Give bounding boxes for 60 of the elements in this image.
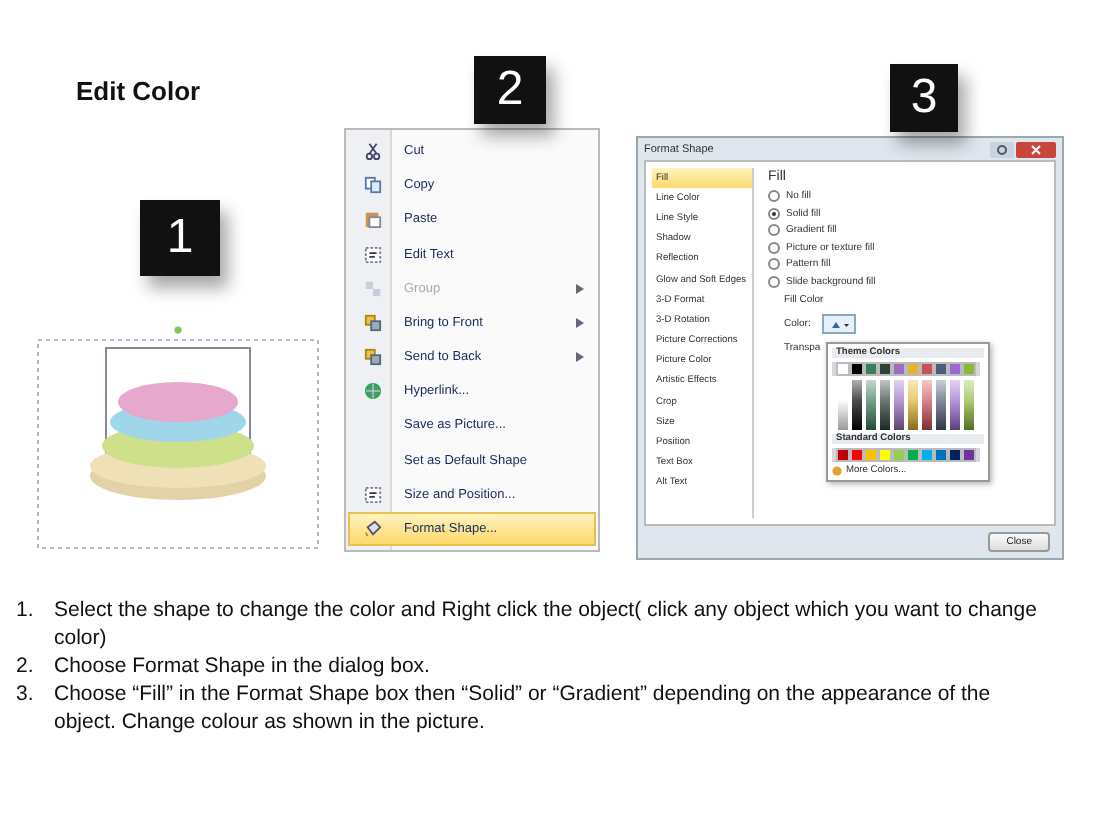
submenu-arrow-icon xyxy=(576,317,584,328)
color-swatch[interactable] xyxy=(936,450,946,460)
text-box-icon xyxy=(363,485,381,504)
color-swatch[interactable] xyxy=(964,364,974,374)
group-icon xyxy=(363,279,381,298)
radio-button[interactable] xyxy=(768,241,780,254)
step-text: Choose “Fill” in the Format Shape box then “Solid” or “Gradient” depending on the appearance of the object. Change colour as shown in the picture. xyxy=(54,680,993,736)
radio-button[interactable] xyxy=(768,207,780,220)
color-swatch[interactable] xyxy=(852,364,862,374)
color-swatch[interactable] xyxy=(936,364,946,374)
shade-column[interactable] xyxy=(964,380,974,430)
shade-column[interactable] xyxy=(922,380,932,430)
slide-title: Edit Color xyxy=(76,76,203,106)
step-number: 3. xyxy=(16,680,36,710)
step-number-badge: 2 xyxy=(474,56,546,124)
color-swatch[interactable] xyxy=(866,450,876,460)
close-icon[interactable] xyxy=(1016,141,1056,157)
step-number: 1. xyxy=(16,596,36,626)
step-number-badge: 3 xyxy=(890,64,958,132)
shade-column[interactable] xyxy=(852,380,862,430)
color-swatch[interactable] xyxy=(838,450,848,460)
step-number: 2. xyxy=(16,652,36,680)
submenu-arrow-icon xyxy=(576,283,584,294)
radio-button[interactable] xyxy=(768,224,780,237)
radio-button[interactable] xyxy=(768,190,780,203)
color-swatch[interactable] xyxy=(922,364,932,374)
copy-icon xyxy=(363,176,381,195)
scissors-icon xyxy=(363,142,381,161)
color-picker-button[interactable] xyxy=(822,314,857,334)
color-swatch[interactable] xyxy=(880,364,890,374)
text-box-icon xyxy=(363,245,381,264)
color-swatch[interactable] xyxy=(894,364,904,374)
help-icon[interactable] xyxy=(990,141,1014,157)
color-swatch[interactable] xyxy=(908,364,918,374)
color-swatch[interactable] xyxy=(838,364,848,374)
color-swatch[interactable] xyxy=(950,450,960,460)
color-swatch[interactable] xyxy=(964,450,974,460)
shade-column[interactable] xyxy=(880,380,890,430)
shade-column[interactable] xyxy=(950,380,960,430)
submenu-arrow-icon xyxy=(576,352,584,363)
shade-column[interactable] xyxy=(866,380,876,430)
shade-column[interactable] xyxy=(936,380,946,430)
color-swatch[interactable] xyxy=(922,450,932,460)
color-swatch[interactable] xyxy=(866,364,876,374)
radio-button[interactable] xyxy=(768,275,780,288)
color-swatch[interactable] xyxy=(950,364,960,374)
radio-button[interactable] xyxy=(768,258,780,271)
clipboard-icon xyxy=(363,210,381,229)
color-swatch[interactable] xyxy=(852,450,862,460)
shade-column[interactable] xyxy=(908,380,918,430)
fill-color-icon xyxy=(829,319,850,329)
palette-icon xyxy=(832,466,842,476)
shade-column[interactable] xyxy=(894,380,904,430)
globe-icon xyxy=(363,382,381,401)
color-swatch[interactable] xyxy=(908,450,918,460)
step-number-badge: 1 xyxy=(140,200,220,276)
step-text: Choose Format Shape in the dialog box. xyxy=(54,652,430,680)
color-swatch[interactable] xyxy=(894,450,904,460)
step-text: Select the shape to change the color and Right click the object( click any object which you want to change color) xyxy=(54,596,1039,652)
color-swatch[interactable] xyxy=(880,450,890,460)
